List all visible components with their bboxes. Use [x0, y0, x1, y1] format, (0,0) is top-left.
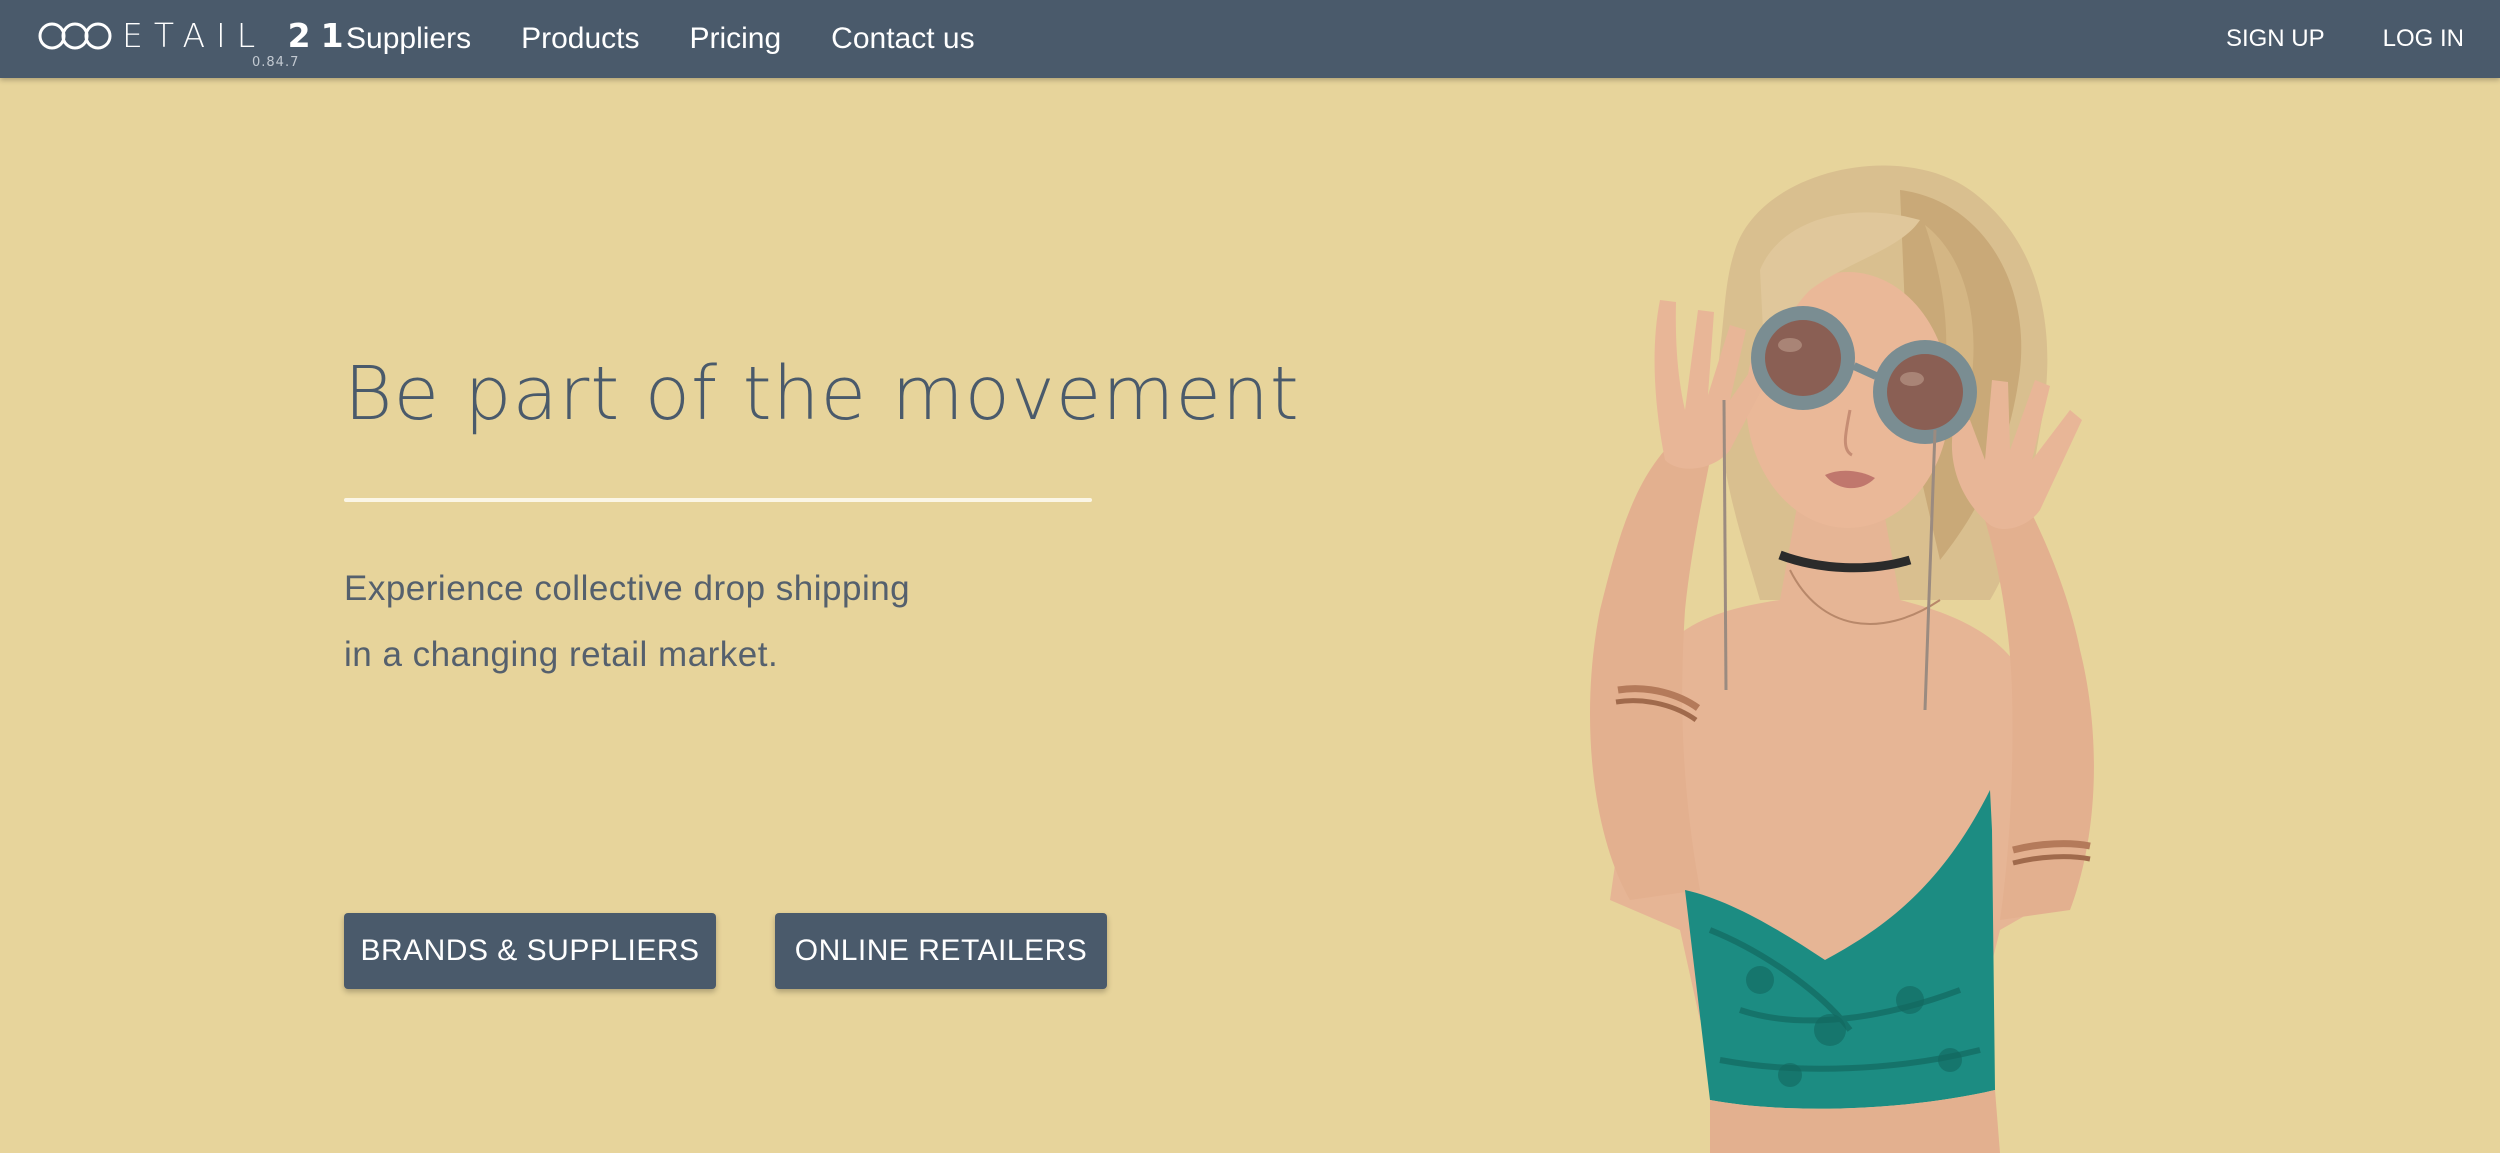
- logo-text-bold: 21: [287, 16, 354, 55]
- main-nav: Suppliers Products Pricing Contact us: [346, 0, 1025, 78]
- app-version: 0.84.7: [252, 55, 300, 70]
- auth-actions: SIGN UP LOG IN: [2168, 0, 2464, 78]
- logo-wordmark: ETAIL 21: [122, 16, 354, 56]
- log-in-link[interactable]: LOG IN: [2383, 25, 2464, 53]
- nav-link-suppliers[interactable]: Suppliers: [346, 22, 471, 56]
- brands-suppliers-button[interactable]: BRANDS & SUPPLIERS: [344, 913, 716, 989]
- online-retailers-button[interactable]: ONLINE RETAILERS: [775, 913, 1107, 989]
- nav-link-contact[interactable]: Contact us: [831, 22, 974, 56]
- hero-title: Be part of the movement: [344, 351, 1300, 437]
- hero-subtitle: Experience collective drop shipping in a…: [344, 556, 910, 688]
- top-navbar: ETAIL 21 0.84.7 Suppliers Products Prici…: [0, 0, 2500, 78]
- logo-rings-icon: [38, 22, 112, 50]
- nav-link-pricing[interactable]: Pricing: [689, 22, 781, 56]
- hero-person-photo: [1590, 165, 2094, 1153]
- hero-divider: [344, 498, 1092, 502]
- sign-up-link[interactable]: SIGN UP: [2226, 25, 2325, 53]
- logo-text-light: ETAIL: [122, 16, 267, 55]
- site-logo[interactable]: ETAIL 21 0.84.7: [38, 16, 344, 72]
- hero-subtitle-line-1: Experience collective drop shipping: [344, 569, 911, 608]
- nav-link-products[interactable]: Products: [521, 22, 639, 56]
- hero-subtitle-line-2: in a changing retail market.: [344, 635, 779, 674]
